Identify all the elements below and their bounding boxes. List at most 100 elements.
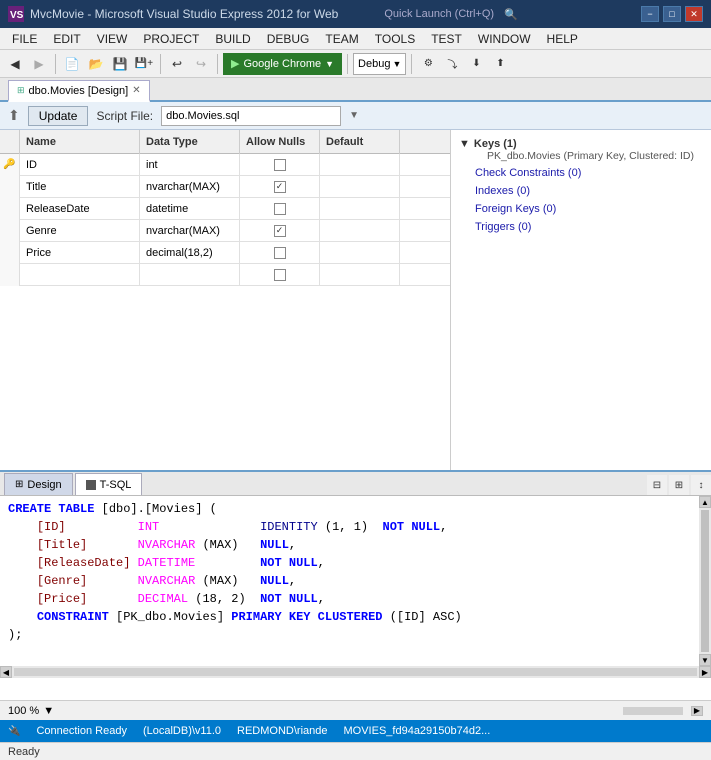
scroll-up-button[interactable]: ▲ — [699, 496, 711, 508]
doc-tab-close-button[interactable]: ✕ — [132, 85, 140, 96]
row-name-id[interactable]: ID — [20, 154, 140, 176]
row-nulls-genre[interactable] — [240, 220, 320, 242]
new-file-button[interactable]: 📄 — [61, 53, 83, 75]
row-name-price[interactable]: Price — [20, 242, 140, 264]
title-bar-left: VS MvcMovie - Microsoft Visual Studio Ex… — [8, 6, 518, 22]
row-default-releasedate[interactable] — [320, 198, 400, 220]
scroll-left-button[interactable]: ◀ — [0, 666, 12, 678]
row-default-genre[interactable] — [320, 220, 400, 242]
scroll-right-button[interactable]: ▶ — [699, 666, 711, 678]
row-default-empty[interactable] — [320, 264, 400, 286]
undo-button[interactable]: ↩ — [166, 53, 188, 75]
row-type-genre[interactable]: nvarchar(MAX) — [140, 220, 240, 242]
table-row[interactable]: Genre nvarchar(MAX) — [0, 220, 450, 242]
row-default-title[interactable] — [320, 176, 400, 198]
connection-status: Connection Ready — [36, 725, 127, 737]
debug-dropdown[interactable]: Debug ▼ — [353, 53, 406, 75]
menu-debug[interactable]: DEBUG — [259, 30, 318, 48]
scroll-track[interactable] — [14, 668, 697, 676]
table-row[interactable]: Price decimal(18,2) — [0, 242, 450, 264]
menu-window[interactable]: WINDOW — [470, 30, 539, 48]
step-into-button[interactable]: ⬇ — [465, 53, 487, 75]
menu-help[interactable]: HELP — [539, 30, 586, 48]
back-button[interactable]: ◀ — [4, 53, 26, 75]
table-row[interactable]: Title nvarchar(MAX) — [0, 176, 450, 198]
row-nulls-title[interactable] — [240, 176, 320, 198]
row-type-releasedate[interactable]: datetime — [140, 198, 240, 220]
zoom-scroll-track[interactable] — [623, 707, 683, 715]
menu-team[interactable]: TEAM — [317, 30, 366, 48]
table-design-area: Name Data Type Allow Nulls Default 🔑 ID … — [0, 130, 451, 470]
run-button[interactable]: ▶ Google Chrome ▼ — [223, 53, 342, 75]
row-nulls-price[interactable] — [240, 242, 320, 264]
zoom-dropdown-icon[interactable]: ▼ — [43, 705, 54, 717]
debug-label: Debug — [358, 58, 390, 70]
row-type-id[interactable]: int — [140, 154, 240, 176]
maximize-button[interactable]: □ — [663, 6, 681, 22]
sql-editor[interactable]: CREATE TABLE [dbo].[Movies] ( [ID] INT I… — [0, 496, 711, 666]
attach-button[interactable]: ⚙ — [417, 53, 439, 75]
checkbox-releasedate-nulls[interactable] — [274, 203, 286, 215]
menu-build[interactable]: BUILD — [207, 30, 258, 48]
horizontal-scrollbar[interactable]: ◀ ▶ — [0, 666, 711, 678]
row-type-title[interactable]: nvarchar(MAX) — [140, 176, 240, 198]
row-name-empty[interactable] — [20, 264, 140, 286]
separator-5 — [411, 54, 412, 74]
row-nulls-empty[interactable] — [240, 264, 320, 286]
foreign-keys-item[interactable]: Foreign Keys (0) — [459, 202, 703, 216]
minimize-button[interactable]: − — [641, 6, 659, 22]
table-row[interactable]: ReleaseDate datetime — [0, 198, 450, 220]
scroll-down-button[interactable]: ▼ — [699, 654, 711, 666]
checkbox-title-nulls[interactable] — [274, 181, 286, 193]
row-name-genre[interactable]: Genre — [20, 220, 140, 242]
doc-tab-design[interactable]: ⊞ dbo.Movies [Design] ✕ — [8, 80, 150, 102]
zoom-scroll-right[interactable]: ▶ — [691, 706, 703, 716]
save-all-button[interactable]: 💾+ — [133, 53, 155, 75]
sql-line-7: CONSTRAINT [PK_dbo.Movies] PRIMARY KEY C… — [8, 608, 691, 626]
separator-1 — [55, 54, 56, 74]
row-default-id[interactable] — [320, 154, 400, 176]
row-default-price[interactable] — [320, 242, 400, 264]
script-file-input[interactable] — [161, 106, 341, 126]
indexes-item[interactable]: Indexes (0) — [459, 184, 703, 198]
open-file-button[interactable]: 📂 — [85, 53, 107, 75]
step-over-button[interactable]: ⤵ — [441, 53, 463, 75]
search-icon[interactable]: 🔍 — [504, 8, 518, 21]
split-view-button[interactable]: ⊟ — [647, 475, 667, 495]
row-type-empty[interactable] — [140, 264, 240, 286]
scroll-thumb[interactable] — [701, 510, 709, 652]
menu-project[interactable]: PROJECT — [135, 30, 207, 48]
checkbox-id-nulls[interactable] — [274, 159, 286, 171]
tab-tsql[interactable]: T-SQL — [75, 473, 143, 495]
row-nulls-id[interactable] — [240, 154, 320, 176]
checkbox-genre-nulls[interactable] — [274, 225, 286, 237]
row-type-price[interactable]: decimal(18,2) — [140, 242, 240, 264]
row-nulls-releasedate[interactable] — [240, 198, 320, 220]
update-button[interactable]: Update — [28, 106, 89, 126]
keys-header[interactable]: ▼ Keys (1) — [459, 138, 703, 150]
panel-layout-button[interactable]: ⊞ — [669, 475, 689, 495]
checkbox-empty-nulls[interactable] — [274, 269, 286, 281]
menu-file[interactable]: FILE — [4, 30, 45, 48]
maximize-panel-button[interactable]: ↕ — [691, 475, 711, 495]
close-button[interactable]: ✕ — [685, 6, 703, 22]
main-content: Name Data Type Allow Nulls Default 🔑 ID … — [0, 130, 711, 470]
triggers-item[interactable]: Triggers (0) — [459, 220, 703, 234]
redo-button[interactable]: ↪ — [190, 53, 212, 75]
checkbox-price-nulls[interactable] — [274, 247, 286, 259]
menu-test[interactable]: TEST — [423, 30, 470, 48]
menu-view[interactable]: VIEW — [89, 30, 136, 48]
script-dropdown-icon[interactable]: ▼ — [349, 110, 359, 121]
check-constraints-item[interactable]: Check Constraints (0) — [459, 166, 703, 180]
menu-tools[interactable]: TOOLS — [367, 30, 423, 48]
run-dropdown-icon[interactable]: ▼ — [325, 59, 334, 69]
table-row[interactable]: 🔑 ID int — [0, 154, 450, 176]
step-out-button[interactable]: ⬆ — [489, 53, 511, 75]
menu-edit[interactable]: EDIT — [45, 30, 88, 48]
tab-design[interactable]: ⊞ Design — [4, 473, 73, 495]
row-name-releasedate[interactable]: ReleaseDate — [20, 198, 140, 220]
row-name-title[interactable]: Title — [20, 176, 140, 198]
table-row[interactable] — [0, 264, 450, 286]
forward-button[interactable]: ▶ — [28, 53, 50, 75]
save-button[interactable]: 💾 — [109, 53, 131, 75]
